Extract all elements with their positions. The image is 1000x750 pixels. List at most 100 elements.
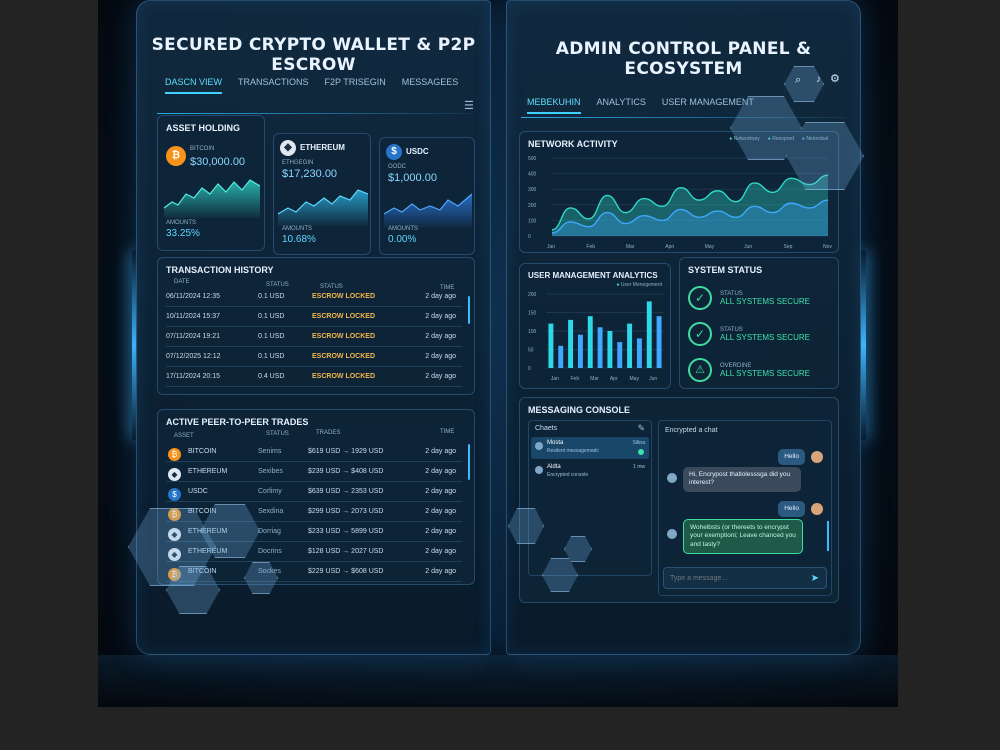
ethereum-amount: 10.68% (282, 234, 316, 245)
avatar (535, 466, 543, 474)
x-tick-label: Mar (626, 244, 635, 250)
trade-time: 2 day ago (425, 448, 456, 455)
tab-transactions[interactable]: TRANSACTIONS (238, 77, 309, 94)
usdc-card[interactable]: $ USDC OODC $1,000.00 AMOUNTS 0.00% (379, 137, 475, 255)
table-row[interactable]: 07/12/2025 12:12 0.1 USD ESCROW LOCKED 2 da… (166, 348, 462, 367)
tx-header-date: DATE (174, 279, 190, 285)
status-value: ALL SYSTEMS SECURE (720, 296, 810, 306)
y-tick-label: 0 (528, 234, 531, 240)
p2p-header-asset: ASSET (174, 433, 194, 439)
x-tick-label: Sep (784, 244, 793, 250)
system-status-title: SYSTEM STATUS (688, 265, 763, 275)
table-row[interactable]: 10/11/2024 15:37 0.1 USD ESCROW LOCKED 2 da… (166, 308, 462, 327)
y-tick-label: 200 (528, 292, 537, 298)
trade-asset: ETHEREUM (188, 468, 228, 475)
y-tick-label: 200 (528, 203, 537, 209)
table-row[interactable]: 06/11/2024 12:35 0.1 USD ESCROW LOCKED 2 da… (166, 288, 462, 307)
user-analytics-chart: 200 150 100 50 0 Jan Feb Mar Apr May Jun (528, 292, 664, 382)
tab-messages[interactable]: MESSAGEES (402, 77, 459, 94)
bar (548, 323, 554, 368)
trade-status: Docrins (258, 548, 282, 555)
bar (636, 338, 642, 368)
scene: SECURED CRYPTO WALLET & P2P ESCROW DASCN… (98, 0, 898, 707)
chat-item[interactable]: Aldta Encrypted console 1 mw (531, 461, 649, 483)
send-icon[interactable]: ➤ (811, 573, 819, 584)
x-tick-label: May (705, 244, 715, 250)
tx-scrollbar[interactable] (468, 296, 470, 324)
bell-icon[interactable]: ♪ (816, 74, 821, 85)
check-icon: ✓ (688, 322, 712, 346)
search-icon[interactable]: ⌕ (795, 74, 801, 87)
y-tick-label: 100 (528, 329, 537, 335)
asset-amount: 33.25% (166, 228, 200, 239)
x-tick-label: Apri (665, 244, 674, 250)
y-tick-label: 50 (528, 348, 534, 354)
trade-amount: $229 USD → $608 USD (308, 568, 384, 575)
tx-date: 10/11/2024 15:37 (166, 313, 220, 320)
wallet-tabs: DASCN VIEW TRANSACTIONS F2P TRISEGIN MES… (165, 77, 458, 94)
status-item-3: ⚠ OVERDINE ALL SYSTEMS SECURE (688, 358, 810, 382)
asset-holding-title: ASSET HOLDING (166, 123, 241, 133)
menu-icon[interactable]: ☰ (464, 99, 474, 112)
ethereum-card[interactable]: ◆ ETHEREUM ETHGEGIN $17,230.00 AMOUNTS 1… (273, 133, 371, 255)
p2p-trades-title: ACTIVE PEER-TO-PEER TRADES (166, 417, 309, 427)
contact-meta: 1 mw (633, 464, 645, 470)
network-activity-title: NETWORK ACTIVITY (528, 139, 618, 149)
avatar (535, 442, 543, 450)
chat-scrollbar[interactable] (827, 521, 829, 551)
list-item[interactable]: ◆ ETHEREUM Sexibes $239 USD → $408 USD 2 day… (166, 462, 462, 482)
user-analytics-card: USER MANAGEMENT ANALYTICS ● User Menegem… (519, 263, 671, 389)
tx-date: 07/12/2025 12:12 (166, 353, 221, 360)
tx-time: 2 day ago (425, 313, 456, 320)
message-input[interactable] (663, 567, 827, 589)
message-outgoing: Hello (778, 449, 805, 466)
contact-preview: Resilent messagemadc (547, 448, 599, 454)
transaction-history-card: TRANSACTION HISTORY DATE STATUS STATUS T… (157, 257, 475, 395)
x-tick-label: Mar (590, 376, 599, 382)
tx-status: ESCROW LOCKED (312, 373, 375, 380)
gear-icon[interactable]: ⚙ (830, 72, 840, 85)
avatar (667, 473, 677, 483)
tab-overview[interactable]: MEBEKUHIN (527, 97, 581, 114)
admin-tabs: MEBEKUHIN ANALYTICS USER MANAGEMENT (527, 97, 754, 114)
trade-amount: $239 USD → $408 USD (308, 468, 384, 475)
message-incoming: Wohelbsts (or thereets to encrypst your … (683, 519, 803, 555)
table-row[interactable]: 17/11/2024 20:15 0.4 USD ESCROW LOCKED 2 da… (166, 368, 462, 387)
trade-time: 2 day ago (425, 488, 456, 495)
list-item[interactable]: $ USDC Corlimy $639 USD → 2353 USD 2 day ago (166, 482, 462, 502)
asset-value: $30,000.00 (190, 156, 246, 168)
trade-status: Senims (258, 448, 282, 455)
status-value: ALL SYSTEMS SECURE (720, 332, 810, 342)
trade-amount: $619 USD → 1929 USD (308, 448, 384, 455)
tab-p2p[interactable]: F2P TRISEGIN (325, 77, 386, 94)
chat-item-active[interactable]: Mosta Resilent messagemadc Siltna (531, 437, 649, 459)
p2p-scrollbar[interactable] (468, 444, 470, 480)
usdc-sub: OODC (388, 164, 406, 170)
ethereum-icon: ◆ (168, 468, 181, 481)
tab-dashboard[interactable]: DASCN VIEW (165, 77, 223, 94)
trade-amount: $233 USD → 5899 USD (308, 528, 384, 535)
p2p-header-time: TIME (440, 429, 455, 435)
tab-analytics[interactable]: ANALYTICS (597, 97, 646, 114)
system-status-card: SYSTEM STATUS ✓ STATUS ALL SYSTEMS SECURE… (679, 257, 839, 389)
compose-icon[interactable]: ✎ (637, 423, 645, 434)
trade-status: Dorriag (258, 528, 281, 535)
trade-asset: BITCOIN (188, 448, 217, 455)
trade-time: 2 day ago (425, 508, 456, 515)
y-tick-label: 100 (528, 218, 537, 224)
list-item[interactable]: ₿ BITCOIN Senims $619 USD → 1929 USD 2 day a… (166, 442, 462, 462)
status-item-2: ✓ STATUS ALL SYSTEMS SECURE (688, 322, 810, 346)
tx-time: 2 day ago (425, 333, 456, 340)
p2p-header-trades: TRADES (316, 430, 341, 436)
message-outgoing: Hello (778, 501, 805, 518)
avatar (811, 451, 823, 463)
asset-holding-card[interactable]: ASSET HOLDING ₿ BITCOIN $30,000.00 AMOUN… (157, 115, 265, 251)
bar (646, 301, 652, 368)
tx-time: 2 day ago (425, 373, 456, 380)
avatar (667, 529, 677, 539)
table-row[interactable]: 07/11/2024 19:21 0.1 USD ESCROW LOCKED 2 da… (166, 328, 462, 347)
x-tick-label: Nov (823, 244, 832, 250)
trade-amount: $299 USD → 2073 USD (308, 508, 384, 515)
tx-date: 07/11/2024 19:21 (166, 333, 220, 340)
asset-amount-label: AMOUNTS (166, 220, 196, 226)
